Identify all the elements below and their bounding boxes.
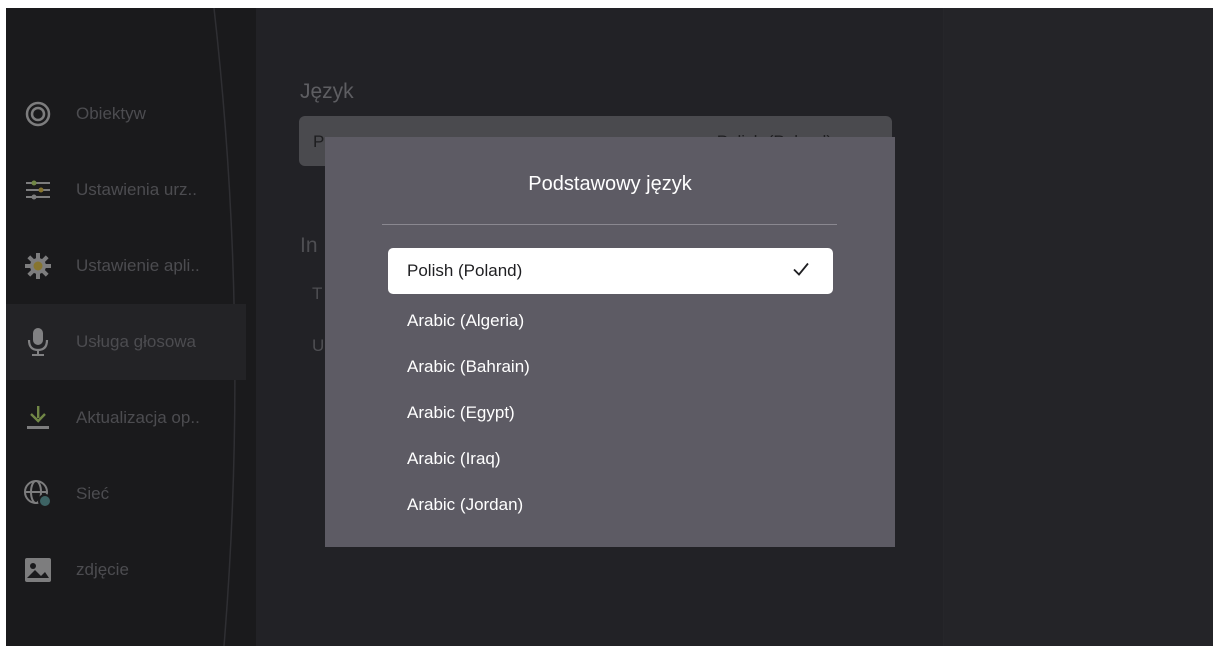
language-option-label: Arabic (Jordan) bbox=[407, 495, 524, 514]
sidebar-item-label: zdjęcie bbox=[76, 560, 129, 579]
language-option[interactable]: Arabic (Jordan) bbox=[388, 482, 833, 528]
sidebar-item-device-settings[interactable]: Ustawienia urz.. bbox=[6, 152, 246, 228]
dialog-title: Podstawowy język bbox=[528, 173, 692, 195]
obscured-section-title: In bbox=[300, 234, 318, 257]
dialog-divider bbox=[382, 224, 837, 225]
sidebar-item-label: Aktualizacja op.. bbox=[76, 408, 200, 427]
sidebar: Obiektyw Ustawienia urz.. Ustawienie apl… bbox=[6, 8, 256, 646]
sliders-icon bbox=[24, 176, 52, 204]
sidebar-item-label: Obiektyw bbox=[76, 104, 146, 123]
sidebar-item-label: Usługa głosowa bbox=[76, 332, 197, 351]
primary-language-label: P bbox=[313, 132, 325, 151]
language-option[interactable]: Arabic (Bahrain) bbox=[388, 344, 833, 390]
language-option-label: Arabic (Bahrain) bbox=[407, 357, 530, 376]
image-icon bbox=[24, 556, 52, 584]
language-option[interactable]: Arabic (Algeria) bbox=[388, 298, 833, 344]
sidebar-item-label: Ustawienia urz.. bbox=[76, 180, 197, 199]
globe-icon bbox=[24, 480, 52, 508]
language-option-label: Arabic (Egypt) bbox=[407, 403, 515, 422]
language-option[interactable]: Arabic (Egypt) bbox=[388, 390, 833, 436]
sidebar-item-software-update[interactable]: Aktualizacja op.. bbox=[6, 380, 246, 456]
gear-icon bbox=[24, 252, 52, 280]
sidebar-item-label: Ustawienie apli.. bbox=[76, 256, 200, 275]
language-option[interactable]: Arabic (Iraq) bbox=[388, 436, 833, 482]
microphone-icon bbox=[24, 328, 52, 356]
obscured-setting-row[interactable]: U bbox=[312, 336, 324, 356]
tv-screen: Obiektyw Ustawienia urz.. Ustawienie apl… bbox=[6, 8, 1213, 646]
sidebar-item-network[interactable]: Sieć bbox=[6, 456, 246, 532]
language-option-label: Arabic (Iraq) bbox=[407, 449, 501, 468]
right-panel bbox=[944, 8, 1213, 646]
sidebar-item-label: Sieć bbox=[76, 484, 110, 503]
sidebar-item-photo[interactable]: zdjęcie bbox=[6, 532, 246, 608]
download-icon bbox=[24, 404, 52, 432]
section-title-language: Język bbox=[300, 80, 354, 103]
language-option-label: Polish (Poland) bbox=[407, 261, 523, 280]
lens-icon bbox=[24, 100, 52, 128]
sidebar-item-app-settings[interactable]: Ustawienie apli.. bbox=[6, 228, 246, 304]
language-option[interactable]: Polish (Poland) bbox=[388, 248, 833, 294]
obscured-setting-row[interactable]: T bbox=[312, 284, 322, 304]
language-dialog: Podstawowy język Polish (Poland) Arabic … bbox=[325, 137, 895, 547]
sidebar-item-obiektyw[interactable]: Obiektyw bbox=[6, 76, 246, 152]
language-option-label: Arabic (Algeria) bbox=[407, 311, 525, 330]
checkmark-icon bbox=[793, 262, 809, 276]
sidebar-item-voice-service[interactable]: Usługa głosowa bbox=[6, 304, 246, 380]
